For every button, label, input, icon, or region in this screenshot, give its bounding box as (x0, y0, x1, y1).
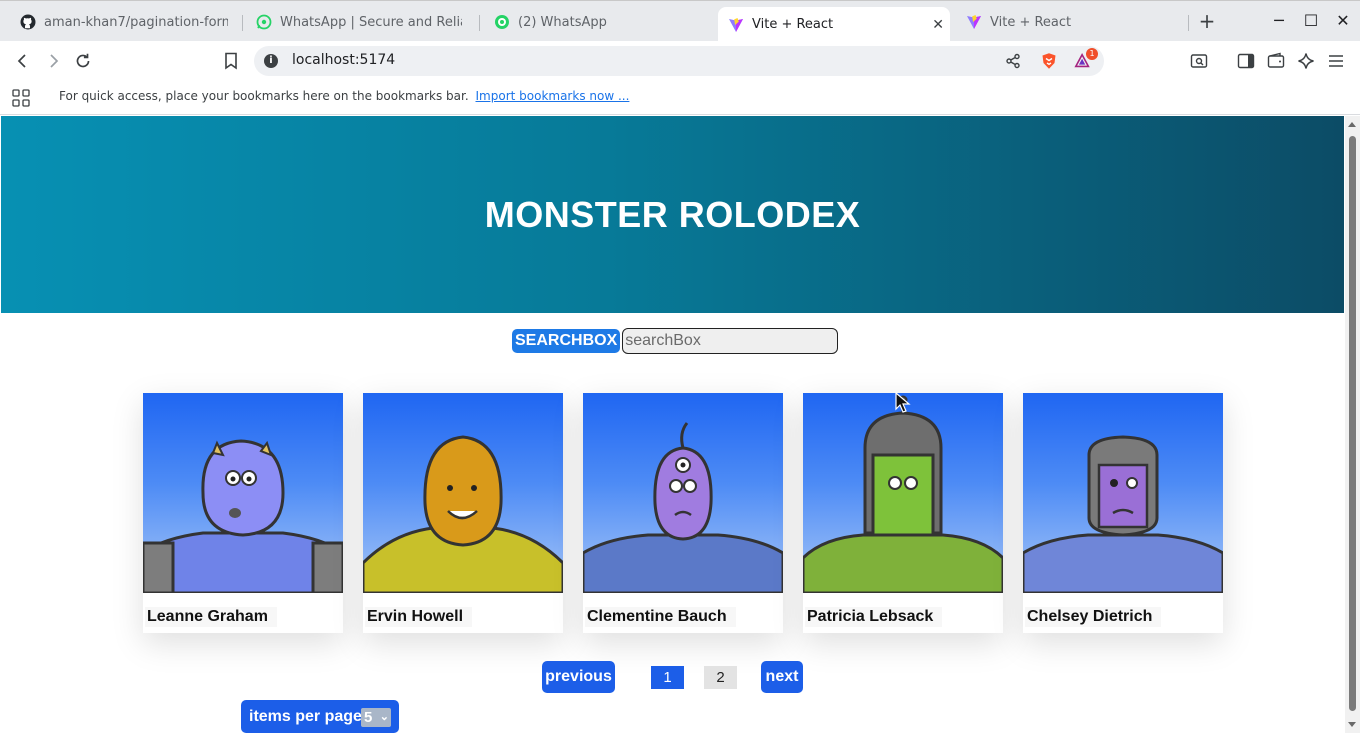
bookmark-icon (225, 52, 237, 70)
mouse-cursor-icon (895, 392, 911, 413)
menu-icon[interactable] (1327, 52, 1345, 70)
items-per-page-control: items per page 5 ⌄ (241, 700, 399, 733)
wallet-icon[interactable] (1267, 52, 1285, 70)
forward-arrow-icon (50, 54, 59, 68)
monster-name: Ervin Howell (365, 607, 473, 627)
import-bookmarks-link[interactable]: Import bookmarks now ... (476, 89, 630, 103)
search-row: SEARCHBOX (512, 328, 839, 354)
hero-banner: MONSTER ROLODEX (1, 116, 1344, 313)
tab-separator (479, 15, 480, 31)
next-button[interactable]: next (761, 661, 803, 693)
tab-vite-react-active[interactable]: Vite + React ✕ (718, 7, 950, 42)
monster-card-list: Leanne Graham Ervin Howell Clementine Ba… (143, 393, 1223, 633)
reader-mode-icon[interactable] (1190, 52, 1208, 70)
bookmarks-hint: For quick access, place your bookmarks h… (59, 89, 629, 103)
monster-name: Patricia Lebsack (805, 607, 943, 627)
tab-whatsapp[interactable]: (2) WhatsApp (484, 7, 710, 37)
minimize-window-button[interactable]: ─ (1268, 10, 1290, 32)
reload-button[interactable] (72, 50, 94, 72)
tab-whatsapp-web[interactable]: WhatsApp | Secure and Reliable (246, 7, 472, 37)
whatsapp-icon (256, 14, 272, 30)
page-scrollbar[interactable] (1345, 116, 1360, 733)
browser-tab-strip: aman-khan7/pagination-form WhatsApp | Se… (0, 0, 1360, 42)
monster-name: Clementine Bauch (585, 607, 736, 627)
browser-toolbar: i localhost:5174 1 (0, 41, 1360, 81)
forward-button[interactable] (42, 50, 64, 72)
items-per-page-select[interactable]: 5 ⌄ (361, 708, 391, 727)
tab-github[interactable]: aman-khan7/pagination-form (10, 7, 238, 37)
close-window-button[interactable]: ✕ (1332, 10, 1354, 32)
vite-icon (966, 14, 982, 30)
monster-avatar (363, 393, 563, 593)
monster-card[interactable]: Clementine Bauch (583, 393, 783, 633)
brave-shields-icon[interactable] (1040, 52, 1058, 70)
previous-button[interactable]: previous (542, 661, 615, 693)
rewards-badge: 1 (1086, 48, 1098, 60)
sidebar-toggle-icon[interactable] (1237, 52, 1255, 70)
back-button[interactable] (12, 50, 34, 72)
monster-avatar (583, 393, 783, 593)
search-label: SEARCHBOX (512, 329, 621, 353)
tab-title: aman-khan7/pagination-form (44, 14, 228, 30)
pagination: previous 1 2 next (0, 661, 1345, 693)
close-tab-icon[interactable]: ✕ (932, 17, 944, 33)
tab-separator (242, 15, 243, 31)
monster-avatar (803, 393, 1003, 593)
items-per-page-label: items per page (249, 708, 362, 725)
brave-rewards-icon[interactable]: 1 (1074, 48, 1098, 70)
monster-card[interactable]: Ervin Howell (363, 393, 563, 633)
bookmarks-bar: For quick access, place your bookmarks h… (0, 81, 1360, 115)
page-number-current[interactable]: 1 (651, 666, 684, 689)
scroll-down-arrow-icon[interactable] (1348, 722, 1356, 727)
monster-name: Chelsey Dietrich (1025, 607, 1162, 627)
page-viewport: MONSTER ROLODEX SEARCHBOX Lean (0, 116, 1345, 733)
maximize-window-button[interactable]: ☐ (1300, 10, 1322, 32)
tab-title: Vite + React (752, 17, 834, 32)
github-icon (20, 14, 36, 30)
new-tab-button[interactable]: + (1196, 10, 1218, 32)
vite-icon (728, 17, 744, 33)
scrollbar-thumb[interactable] (1349, 136, 1356, 711)
bookmarks-hint-text: For quick access, place your bookmarks h… (59, 89, 469, 103)
site-info-icon[interactable]: i (264, 54, 278, 68)
items-per-page-value: 5 (364, 709, 373, 726)
monster-avatar (1023, 393, 1223, 593)
whatsapp-icon (494, 14, 510, 30)
tab-title: WhatsApp | Secure and Reliable (280, 14, 462, 30)
tab-title: Vite + React (990, 14, 1072, 30)
chevron-down-icon: ⌄ (379, 711, 389, 723)
url-text[interactable]: localhost:5174 (292, 52, 395, 68)
monster-avatar (143, 393, 343, 593)
back-arrow-icon (17, 54, 26, 68)
tab-vite-react[interactable]: Vite + React (956, 7, 1182, 37)
leo-ai-icon[interactable] (1297, 52, 1315, 70)
monster-card[interactable]: Patricia Lebsack (803, 393, 1003, 633)
tab-separator (1188, 15, 1189, 31)
reload-icon (76, 53, 90, 68)
monster-card[interactable]: Chelsey Dietrich (1023, 393, 1223, 633)
monster-name: Leanne Graham (145, 607, 277, 627)
scroll-up-arrow-icon[interactable] (1348, 122, 1356, 127)
share-icon[interactable] (1004, 52, 1022, 70)
bookmark-button[interactable] (220, 50, 242, 72)
page-number[interactable]: 2 (704, 666, 737, 689)
apps-grid-icon[interactable] (12, 89, 30, 107)
page-title: MONSTER ROLODEX (484, 193, 861, 235)
monster-card[interactable]: Leanne Graham (143, 393, 343, 633)
search-input[interactable] (622, 328, 839, 354)
address-bar[interactable]: i localhost:5174 1 (254, 46, 1104, 76)
tab-title: (2) WhatsApp (518, 14, 607, 30)
